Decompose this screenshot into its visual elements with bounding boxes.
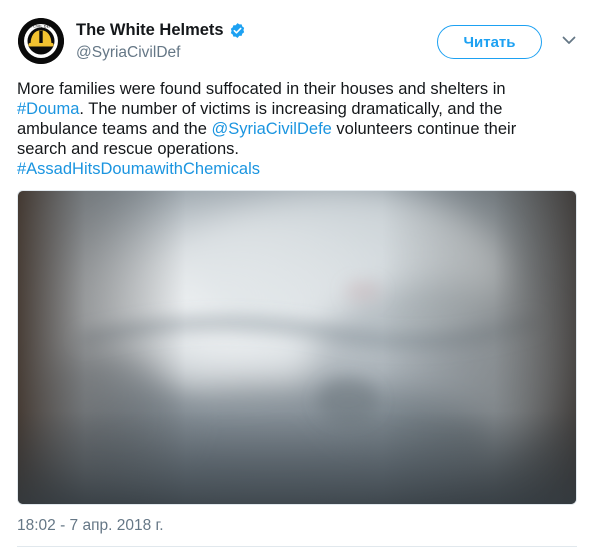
tweet-text-segment: volunteers continue their: [331, 120, 517, 138]
tweet-text-segment: . The number of victims is increasing dr…: [79, 100, 503, 118]
tweet-line: search and rescue operations.: [17, 139, 577, 159]
tweet-timestamp[interactable]: 18:02 - 7 апр. 2018 г.: [17, 516, 164, 536]
user-display-name[interactable]: The White Helmets: [76, 20, 246, 40]
tweet-line: #AssadHitsDoumawithChemicals: [17, 159, 577, 179]
tweet-text-segment: search and rescue operations.: [17, 140, 239, 158]
user-handle[interactable]: @SyriaCivilDef: [76, 43, 246, 63]
avatar[interactable]: SYRIA CIVIL DEFENCE: [18, 18, 64, 64]
tweet-header: SYRIA CIVIL DEFENCE The White Helmets @S…: [18, 16, 578, 72]
hashtag-link-assadhitsdouma[interactable]: #AssadHitsDoumawithChemicals: [17, 160, 260, 178]
video-thumbnail[interactable]: [17, 190, 577, 505]
tweet-text-segment: ambulance teams and the: [17, 120, 212, 138]
user-names: The White Helmets @SyriaCivilDef: [76, 20, 246, 63]
white-helmets-logo-icon: SYRIA CIVIL DEFENCE: [18, 18, 64, 64]
hashtag-link-douma[interactable]: #Douma: [17, 100, 79, 118]
display-name-text: The White Helmets: [76, 21, 224, 39]
follow-button[interactable]: Читать: [437, 25, 542, 59]
tweet-line: #Douma. The number of victims is increas…: [17, 99, 577, 119]
tweet-line: ambulance teams and the @SyriaCivilDefe …: [17, 119, 577, 139]
tweet-line: More families were found suffocated in t…: [17, 79, 577, 99]
video-frame-image: [18, 191, 576, 504]
tweet-text-segment: More families were found suffocated in t…: [17, 80, 506, 98]
svg-text:SYRIA CIVIL DEFENCE: SYRIA CIVIL DEFENCE: [21, 24, 62, 29]
verified-badge-icon: [230, 22, 244, 38]
tweet-text: More families were found suffocated in t…: [17, 79, 577, 179]
chevron-down-icon[interactable]: [561, 32, 577, 48]
mention-link-syriacivildefe[interactable]: @SyriaCivilDefe: [211, 120, 331, 138]
divider: [17, 546, 577, 547]
